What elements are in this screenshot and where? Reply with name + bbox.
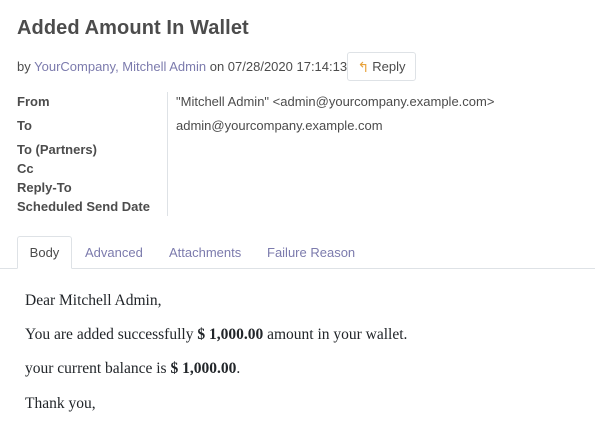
message-byline: by YourCompany, Mitchell Admin on 07/28/… bbox=[17, 59, 347, 74]
reply-button[interactable]: ↰ Reply bbox=[347, 52, 416, 81]
tab-failure-reason[interactable]: Failure Reason bbox=[267, 236, 355, 269]
byline-prefix: by bbox=[17, 59, 31, 74]
from-label: From bbox=[17, 94, 50, 109]
byline-date: on 07/28/2020 17:14:13 bbox=[209, 59, 348, 74]
scheduled-send-date-label: Scheduled Send Date bbox=[17, 199, 150, 214]
page-title: Added Amount In Wallet bbox=[17, 17, 249, 39]
tab-advanced[interactable]: Advanced bbox=[85, 236, 143, 269]
reply-button-label: Reply bbox=[372, 59, 406, 74]
cc-label: Cc bbox=[17, 161, 34, 176]
to-value: admin@yourcompany.example.com bbox=[176, 118, 383, 133]
line1-amount: $ 1,000.00 bbox=[197, 326, 264, 343]
line1-post: amount in your wallet. bbox=[267, 326, 408, 343]
body-line-amount-added: You are added successfully $ 1,000.00 am… bbox=[25, 326, 407, 344]
fields-divider bbox=[167, 92, 168, 216]
body-greeting: Dear Mitchell Admin, bbox=[25, 292, 162, 309]
tab-body[interactable]: Body bbox=[17, 236, 72, 269]
line2-amount: $ 1,000.00 bbox=[170, 360, 237, 377]
line2-post: . bbox=[236, 360, 241, 377]
to-label: To bbox=[17, 118, 32, 133]
author-link[interactable]: YourCompany, Mitchell Admin bbox=[34, 59, 206, 74]
to-partners-label: To (Partners) bbox=[17, 142, 97, 157]
body-closing: Thank you, bbox=[25, 395, 96, 412]
from-value: "Mitchell Admin" <admin@yourcompany.exam… bbox=[176, 94, 495, 109]
reply-arrow-icon: ↰ bbox=[357, 58, 370, 75]
line2-pre: your current balance is bbox=[25, 360, 167, 377]
line1-pre: You are added successfully bbox=[25, 326, 194, 343]
reply-to-label: Reply-To bbox=[17, 180, 72, 195]
tab-attachments[interactable]: Attachments bbox=[169, 236, 241, 269]
body-line-balance: your current balance is $ 1,000.00. bbox=[25, 360, 240, 378]
